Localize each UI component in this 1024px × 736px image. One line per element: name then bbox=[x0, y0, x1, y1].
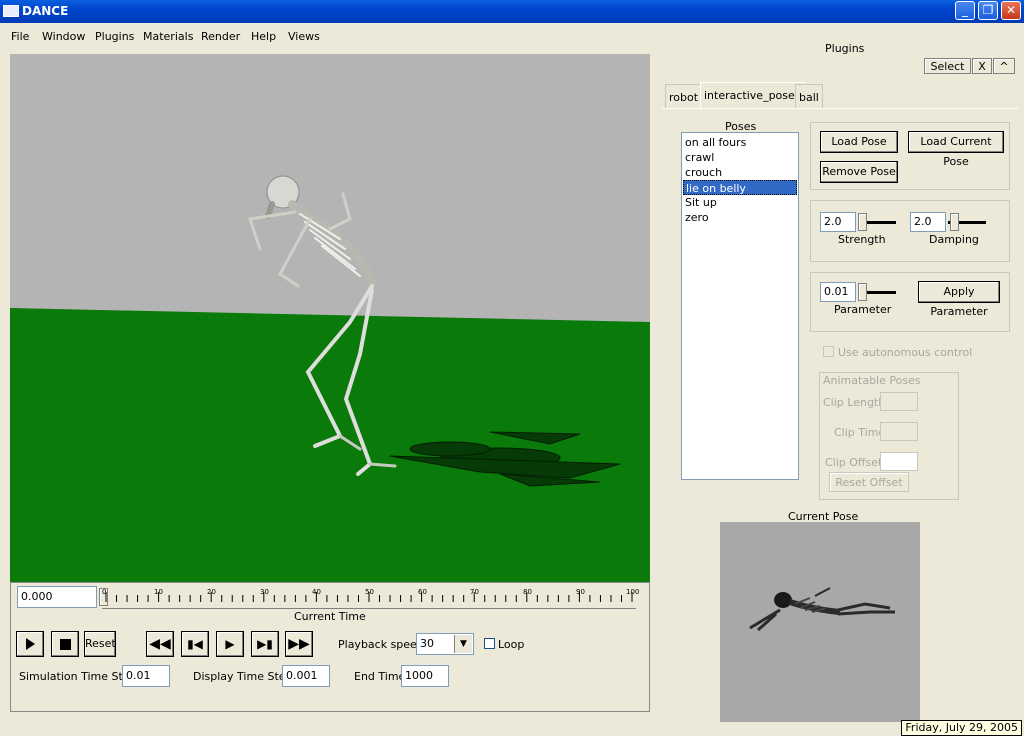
strength-slider-thumb[interactable] bbox=[858, 213, 867, 231]
strength-label: Strength bbox=[838, 233, 886, 246]
play-forward-button[interactable]: ▶ bbox=[216, 631, 244, 657]
tab-ball[interactable]: ball bbox=[795, 84, 823, 108]
damping-slider-thumb[interactable] bbox=[950, 213, 959, 231]
ruler-ticks bbox=[105, 592, 633, 602]
ground-plane bbox=[10, 308, 650, 582]
plugin-close-button[interactable]: X bbox=[972, 58, 992, 74]
fast-forward-icon: ▶▶ bbox=[288, 636, 310, 652]
playback-speed-select[interactable]: 30 ▼ bbox=[416, 633, 474, 655]
list-item[interactable]: zero bbox=[685, 210, 799, 225]
time-control-panel: 0.000 0 10 20 30 40 50 60 70 80 90 100 C… bbox=[10, 582, 650, 712]
restore-button[interactable]: ❐ bbox=[978, 1, 998, 20]
fast-forward-button[interactable]: ▶▶ bbox=[285, 631, 313, 657]
parameter-label: Parameter bbox=[834, 303, 892, 316]
stop-icon bbox=[59, 639, 71, 650]
clip-offset-field[interactable] bbox=[880, 452, 918, 471]
time-ruler: 0 10 20 30 40 50 60 70 80 90 100 bbox=[102, 588, 639, 602]
close-icon: ✕ bbox=[1005, 3, 1017, 17]
menu-file[interactable]: File bbox=[11, 30, 29, 43]
damping-field[interactable]: 2.0 bbox=[910, 212, 946, 232]
list-item[interactable]: on all fours bbox=[685, 135, 799, 150]
stop-button[interactable] bbox=[51, 631, 79, 657]
menu-help[interactable]: Help bbox=[251, 30, 276, 43]
clip-offset-label: Clip Offset bbox=[825, 456, 883, 469]
step-forward-button[interactable]: ▶▮ bbox=[251, 631, 279, 657]
apply-parameter-button[interactable]: Apply Parameter bbox=[918, 281, 1000, 318]
clip-length-label: Clip Length bbox=[823, 396, 886, 409]
list-item-selected[interactable]: lie on belly bbox=[683, 180, 797, 195]
tab-divider bbox=[662, 108, 1018, 109]
menu-render[interactable]: Render bbox=[201, 30, 240, 43]
parameter-field[interactable]: 0.01 bbox=[820, 282, 856, 302]
window-title: DANCE bbox=[22, 4, 69, 18]
3d-viewport[interactable] bbox=[10, 54, 650, 582]
loop-checkbox[interactable] bbox=[484, 638, 495, 649]
reset-offset-button[interactable]: Reset Offset bbox=[829, 472, 909, 492]
menu-views[interactable]: Views bbox=[288, 30, 320, 43]
current-time-field[interactable]: 0.000 bbox=[17, 586, 97, 608]
list-item[interactable]: crouch bbox=[685, 165, 799, 180]
end-time-field[interactable]: 1000 bbox=[401, 665, 449, 687]
playback-speed-value: 30 bbox=[420, 637, 434, 650]
select-button[interactable]: Select bbox=[924, 58, 971, 74]
remove-pose-button[interactable]: Remove Pose bbox=[820, 161, 898, 183]
tab-robot[interactable]: robot bbox=[665, 84, 703, 108]
autonomous-control-label: Use autonomous control bbox=[838, 346, 973, 359]
end-time-label: End Time bbox=[354, 670, 406, 683]
autonomous-control-checkbox[interactable] bbox=[823, 346, 834, 357]
display-time-step-field[interactable]: 0.001 bbox=[282, 665, 330, 687]
restore-icon: ❐ bbox=[982, 3, 994, 17]
close-button[interactable]: ✕ bbox=[1001, 1, 1021, 20]
step-back-button[interactable]: ▮◀ bbox=[181, 631, 209, 657]
rewind-button[interactable]: ◀◀ bbox=[146, 631, 174, 657]
pose-preview-figure bbox=[749, 587, 895, 632]
display-time-step-label: Display Time Step bbox=[193, 670, 293, 683]
animatable-poses-label: Animatable Poses bbox=[823, 374, 921, 387]
play-button[interactable] bbox=[16, 631, 44, 657]
menu-window[interactable]: Window bbox=[42, 30, 85, 43]
sim-time-step-field[interactable]: 0.01 bbox=[122, 665, 170, 687]
play-icon bbox=[25, 638, 35, 650]
current-pose-preview bbox=[720, 522, 920, 722]
step-forward-icon: ▶▮ bbox=[257, 637, 273, 651]
list-item[interactable]: crawl bbox=[685, 150, 799, 165]
tab-interactive-poses[interactable]: interactive_poses bbox=[700, 82, 805, 108]
clip-time-field[interactable] bbox=[880, 422, 918, 441]
app-icon bbox=[3, 5, 19, 17]
plugin-collapse-button[interactable]: ^ bbox=[993, 58, 1015, 74]
loop-label: Loop bbox=[498, 638, 525, 651]
load-current-pose-button[interactable]: Load Current Pose bbox=[908, 131, 1004, 168]
minimize-icon: _ bbox=[962, 3, 968, 17]
step-back-icon: ▮◀ bbox=[187, 637, 203, 651]
load-pose-button[interactable]: Load Pose bbox=[820, 131, 898, 153]
title-bar: DANCE _ ❐ ✕ bbox=[0, 0, 1024, 23]
damping-label: Damping bbox=[929, 233, 979, 246]
clip-length-field[interactable] bbox=[880, 392, 918, 411]
parameter-slider-thumb[interactable] bbox=[858, 283, 867, 301]
sim-time-step-label: Simulation Time Step bbox=[19, 670, 137, 683]
menu-materials[interactable]: Materials bbox=[143, 30, 193, 43]
playback-speed-label: Playback speed bbox=[338, 638, 424, 651]
poses-list[interactable]: on all fours crawl crouch lie on belly S… bbox=[681, 132, 799, 480]
clip-time-label: Clip Time bbox=[834, 426, 886, 439]
minimize-button[interactable]: _ bbox=[955, 1, 975, 20]
current-time-label: Current Time bbox=[294, 610, 366, 623]
reset-button[interactable]: Reset bbox=[84, 631, 116, 657]
rewind-icon: ◀◀ bbox=[149, 636, 171, 652]
chevron-down-icon[interactable]: ▼ bbox=[454, 635, 472, 653]
date-tooltip: Friday, July 29, 2005 bbox=[901, 720, 1022, 736]
list-item[interactable]: Sit up bbox=[685, 195, 799, 210]
strength-field[interactable]: 2.0 bbox=[820, 212, 856, 232]
plugins-title: Plugins bbox=[825, 42, 865, 55]
menu-plugins[interactable]: Plugins bbox=[95, 30, 134, 43]
play-forward-icon: ▶ bbox=[225, 637, 235, 651]
time-slider[interactable]: 0 10 20 30 40 50 60 70 80 90 100 bbox=[99, 586, 639, 609]
